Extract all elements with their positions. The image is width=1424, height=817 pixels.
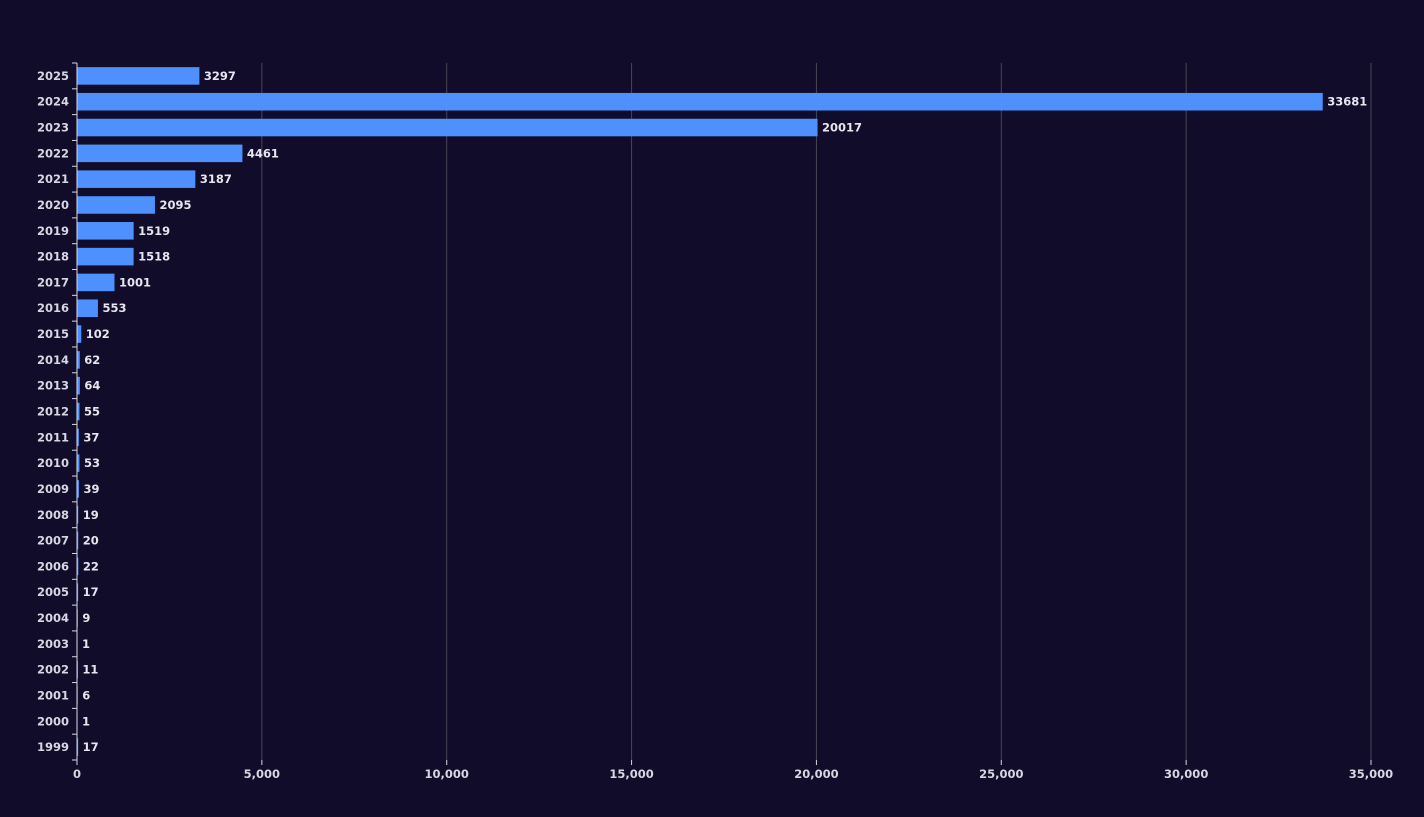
- category-label-2002: 2002: [37, 663, 69, 677]
- data-label-2003: 1: [82, 637, 90, 651]
- data-label-2007: 20: [83, 534, 99, 548]
- bar-2005[interactable]: [78, 583, 79, 601]
- category-label-2022: 2022: [37, 146, 69, 160]
- data-label-1999: 17: [83, 740, 99, 754]
- data-label-2020: 2095: [159, 198, 191, 212]
- bar-1999[interactable]: [78, 738, 79, 756]
- category-label-1999: 1999: [37, 740, 69, 754]
- bar-2013[interactable]: [78, 377, 80, 395]
- labels: 0 5,000 10,000 15,000 20,000 25,000 30,000 35,0…: [37, 69, 1393, 781]
- bar-2015[interactable]: [78, 325, 82, 343]
- data-label-2018: 1518: [138, 250, 170, 264]
- category-label-2004: 2004: [37, 611, 69, 625]
- bar-2010[interactable]: [78, 454, 80, 472]
- bar-2020[interactable]: [78, 196, 155, 214]
- bar-2017[interactable]: [78, 274, 115, 292]
- category-label-2021: 2021: [37, 172, 69, 186]
- data-label-2001: 6: [82, 688, 90, 702]
- bar-2024[interactable]: [78, 93, 1323, 111]
- category-label-2017: 2017: [37, 275, 69, 289]
- data-label-2017: 1001: [119, 275, 151, 289]
- data-label-2012: 55: [84, 405, 100, 419]
- data-label-2002: 11: [82, 663, 98, 677]
- x-tick-label: 20,000: [794, 767, 838, 781]
- data-label-2008: 19: [83, 508, 99, 522]
- category-label-2019: 2019: [37, 224, 69, 238]
- x-tick-label: 0: [73, 767, 81, 781]
- data-label-2011: 37: [83, 430, 99, 444]
- data-label-2019: 1519: [138, 224, 170, 238]
- category-label-2007: 2007: [37, 534, 69, 548]
- data-label-2025: 3297: [204, 69, 236, 83]
- category-label-2005: 2005: [37, 585, 69, 599]
- category-label-2016: 2016: [37, 301, 69, 315]
- data-label-2016: 553: [102, 301, 126, 315]
- bar-2012[interactable]: [78, 403, 80, 421]
- category-label-2015: 2015: [37, 327, 69, 341]
- bars: [78, 67, 1323, 756]
- category-label-2003: 2003: [37, 637, 69, 651]
- data-label-2006: 22: [83, 559, 99, 573]
- data-label-2004: 9: [82, 611, 90, 625]
- bar-2022[interactable]: [78, 145, 243, 163]
- data-label-2023: 20017: [822, 121, 862, 135]
- bar-2016[interactable]: [78, 299, 98, 317]
- category-label-2010: 2010: [37, 456, 69, 470]
- data-label-2013: 64: [84, 379, 100, 393]
- data-label-2009: 39: [83, 482, 99, 496]
- data-label-2005: 17: [83, 585, 99, 599]
- chart-canvas: 0 5,000 10,000 15,000 20,000 25,000 30,000 35,0…: [0, 0, 1424, 813]
- data-label-2014: 62: [84, 353, 100, 367]
- category-label-2006: 2006: [37, 559, 69, 573]
- data-label-2024: 33681: [1327, 95, 1367, 109]
- bar-2021[interactable]: [78, 170, 196, 188]
- bar-2011[interactable]: [78, 429, 79, 447]
- category-label-2018: 2018: [37, 250, 69, 264]
- bar-2014[interactable]: [78, 351, 80, 369]
- bar-2007[interactable]: [78, 532, 79, 550]
- bar-chart: 0 5,000 10,000 15,000 20,000 25,000 30,000 35,0…: [0, 0, 1424, 813]
- category-label-2013: 2013: [37, 379, 69, 393]
- data-label-2000: 1: [82, 714, 90, 728]
- category-label-2009: 2009: [37, 482, 69, 496]
- bar-2023[interactable]: [78, 119, 818, 137]
- gridlines: [262, 63, 1371, 760]
- data-label-2022: 4461: [247, 146, 279, 160]
- x-tick-label: 5,000: [244, 767, 280, 781]
- category-label-2023: 2023: [37, 121, 69, 135]
- bar-2025[interactable]: [78, 67, 200, 85]
- category-label-2001: 2001: [37, 688, 69, 702]
- category-label-2025: 2025: [37, 69, 69, 83]
- category-label-2008: 2008: [37, 508, 69, 522]
- data-label-2010: 53: [84, 456, 100, 470]
- x-tick-label: 25,000: [979, 767, 1023, 781]
- x-tick-label: 35,000: [1349, 767, 1393, 781]
- category-label-2000: 2000: [37, 714, 69, 728]
- bar-2009[interactable]: [78, 480, 79, 498]
- data-label-2021: 3187: [200, 172, 232, 186]
- axes: [72, 63, 1371, 765]
- bar-2006[interactable]: [78, 558, 79, 576]
- data-label-2015: 102: [86, 327, 110, 341]
- x-tick-label: 15,000: [609, 767, 653, 781]
- bar-2018[interactable]: [78, 248, 134, 266]
- category-label-2020: 2020: [37, 198, 69, 212]
- bar-2019[interactable]: [78, 222, 134, 240]
- category-label-2014: 2014: [37, 353, 69, 367]
- category-label-2012: 2012: [37, 405, 69, 419]
- category-label-2011: 2011: [37, 430, 69, 444]
- x-tick-label: 30,000: [1164, 767, 1208, 781]
- bar-2008[interactable]: [78, 506, 79, 524]
- category-label-2024: 2024: [37, 95, 69, 109]
- x-tick-label: 10,000: [425, 767, 469, 781]
